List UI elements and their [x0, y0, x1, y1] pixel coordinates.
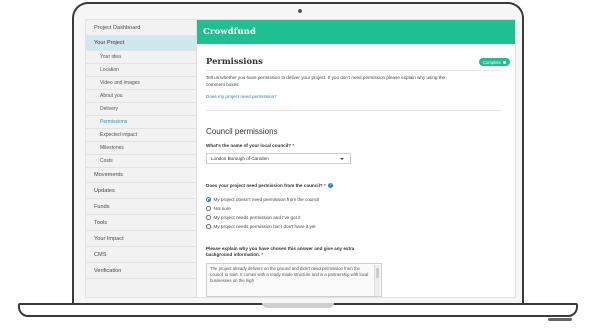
sidebar-item-label: Funds	[94, 203, 110, 210]
council-label: What's the name of your local council? *	[206, 143, 294, 148]
option-label: Not sure	[213, 206, 231, 211]
textarea-scrollbar[interactable]	[374, 265, 380, 296]
sidebar-item-label: Your idea	[100, 54, 121, 60]
required-mark: *	[292, 143, 295, 148]
check-icon	[502, 60, 506, 64]
sidebar-item-label: About you	[100, 93, 123, 99]
sidebar-item-updates[interactable]: Updates	[86, 183, 196, 199]
intro-text: Tell us whether you have permission to d…	[206, 75, 446, 87]
sidebar-item-verification[interactable]: Verification	[86, 263, 196, 279]
sidebar-item-movements[interactable]: Movements	[86, 168, 196, 183]
divider	[206, 70, 502, 71]
sidebar-item-expected-impact[interactable]: Expected impact	[86, 129, 196, 142]
council-select[interactable]: London Borough of Camden	[206, 153, 351, 164]
laptop-foot	[548, 318, 572, 321]
sidebar-item-tools[interactable]: Tools	[86, 215, 196, 231]
section-title: Council permissions	[206, 127, 278, 136]
sidebar-item-permissions[interactable]: Permissions	[86, 116, 196, 129]
explain-label-line-2: background information.	[206, 252, 261, 257]
sidebar-item-milestones[interactable]: Milestones	[86, 142, 196, 155]
required-mark: *	[261, 252, 264, 257]
permission-question-text: Does your project need permission from t…	[206, 183, 323, 188]
sidebar-item-label: Delivery	[100, 106, 119, 112]
sidebar-item-cms[interactable]: CMS	[86, 247, 196, 263]
sidebar-item-label: Verification	[94, 267, 122, 274]
option-label: My project needs permission but I don't …	[213, 224, 316, 229]
sidebar-item-project-dashboard[interactable]: Project Dashboard	[86, 20, 196, 36]
permission-option[interactable]: My project doesn't need permission from …	[206, 197, 319, 202]
radio-button[interactable]	[206, 206, 211, 211]
explain-textarea-value: The project already delivers on the grou…	[210, 266, 369, 284]
sidebar-item-label: Updates	[94, 187, 115, 194]
radio-button[interactable]	[206, 215, 211, 220]
sidebar-item-label: Movements	[94, 172, 123, 178]
required-mark: *	[323, 183, 326, 188]
permission-option[interactable]: Not sure	[206, 206, 231, 211]
status-badge: Complete	[479, 58, 510, 66]
option-label: My project doesn't need permission from …	[213, 197, 320, 202]
permission-option[interactable]: My project needs permission but I don't …	[206, 224, 316, 229]
council-label-text: What's the name of your local council?	[206, 143, 292, 148]
sidebar-item-label: Tools	[94, 219, 108, 226]
sidebar-item-label: Your Project	[94, 40, 125, 46]
sidebar: Project Dashboard Your Project Your idea…	[86, 20, 197, 297]
sidebar-item-label: Milestones	[100, 145, 124, 151]
explain-label: Please explain why you have chosen this …	[206, 246, 354, 258]
sidebar-item-funds[interactable]: Funds	[86, 199, 196, 215]
sidebar-item-label: Permissions	[100, 119, 128, 125]
sidebar-item-video-and-images[interactable]: Video and images	[86, 77, 196, 90]
permission-question: Does your project need permission from t…	[206, 183, 334, 189]
sidebar-item-label: CMS	[94, 251, 107, 258]
radio-button[interactable]	[206, 224, 211, 229]
status-badge-label: Complete	[483, 59, 501, 65]
explain-label-line-1: Please explain why you have chosen this …	[206, 246, 355, 251]
sidebar-item-costs[interactable]: Costs	[86, 155, 196, 168]
laptop-notch	[262, 303, 334, 308]
divider	[206, 110, 502, 111]
help-link[interactable]: Does my project need permission?	[206, 94, 277, 99]
sidebar-item-delivery[interactable]: Delivery	[86, 103, 196, 116]
council-select-value: London Borough of Camden	[211, 156, 269, 161]
main-content: Permissions Complete Tell us whether you…	[196, 19, 516, 298]
radio-button[interactable]	[206, 197, 211, 202]
sidebar-item-label: Expected impact	[100, 132, 137, 138]
sidebar-item-your-project[interactable]: Your Project	[86, 36, 196, 51]
sidebar-item-about-you[interactable]: About you	[86, 90, 196, 103]
option-label: My project needs permission and I've got…	[213, 215, 301, 220]
explain-textarea[interactable]: The project already delivers on the grou…	[206, 263, 382, 297]
question-icon[interactable]: ?	[328, 183, 334, 189]
page-title: Permissions	[206, 56, 263, 66]
sidebar-item-location[interactable]: Location	[86, 64, 196, 77]
sidebar-item-label: Location	[100, 67, 119, 73]
sidebar-item-your-idea[interactable]: Your idea	[86, 51, 196, 64]
sidebar-item-your-impact[interactable]: Your Impact	[86, 231, 196, 247]
sidebar-item-label: Project Dashboard	[94, 24, 141, 31]
scrollbar-thumb[interactable]	[376, 268, 379, 278]
chevron-down-icon	[340, 157, 344, 160]
sidebar-item-label: Video and images	[100, 80, 140, 86]
sidebar-item-label: Costs	[100, 158, 113, 164]
permission-option[interactable]: My project needs permission and I've got…	[206, 215, 300, 220]
sidebar-item-label: Your Impact	[94, 235, 124, 242]
webcam-icon	[298, 9, 302, 13]
